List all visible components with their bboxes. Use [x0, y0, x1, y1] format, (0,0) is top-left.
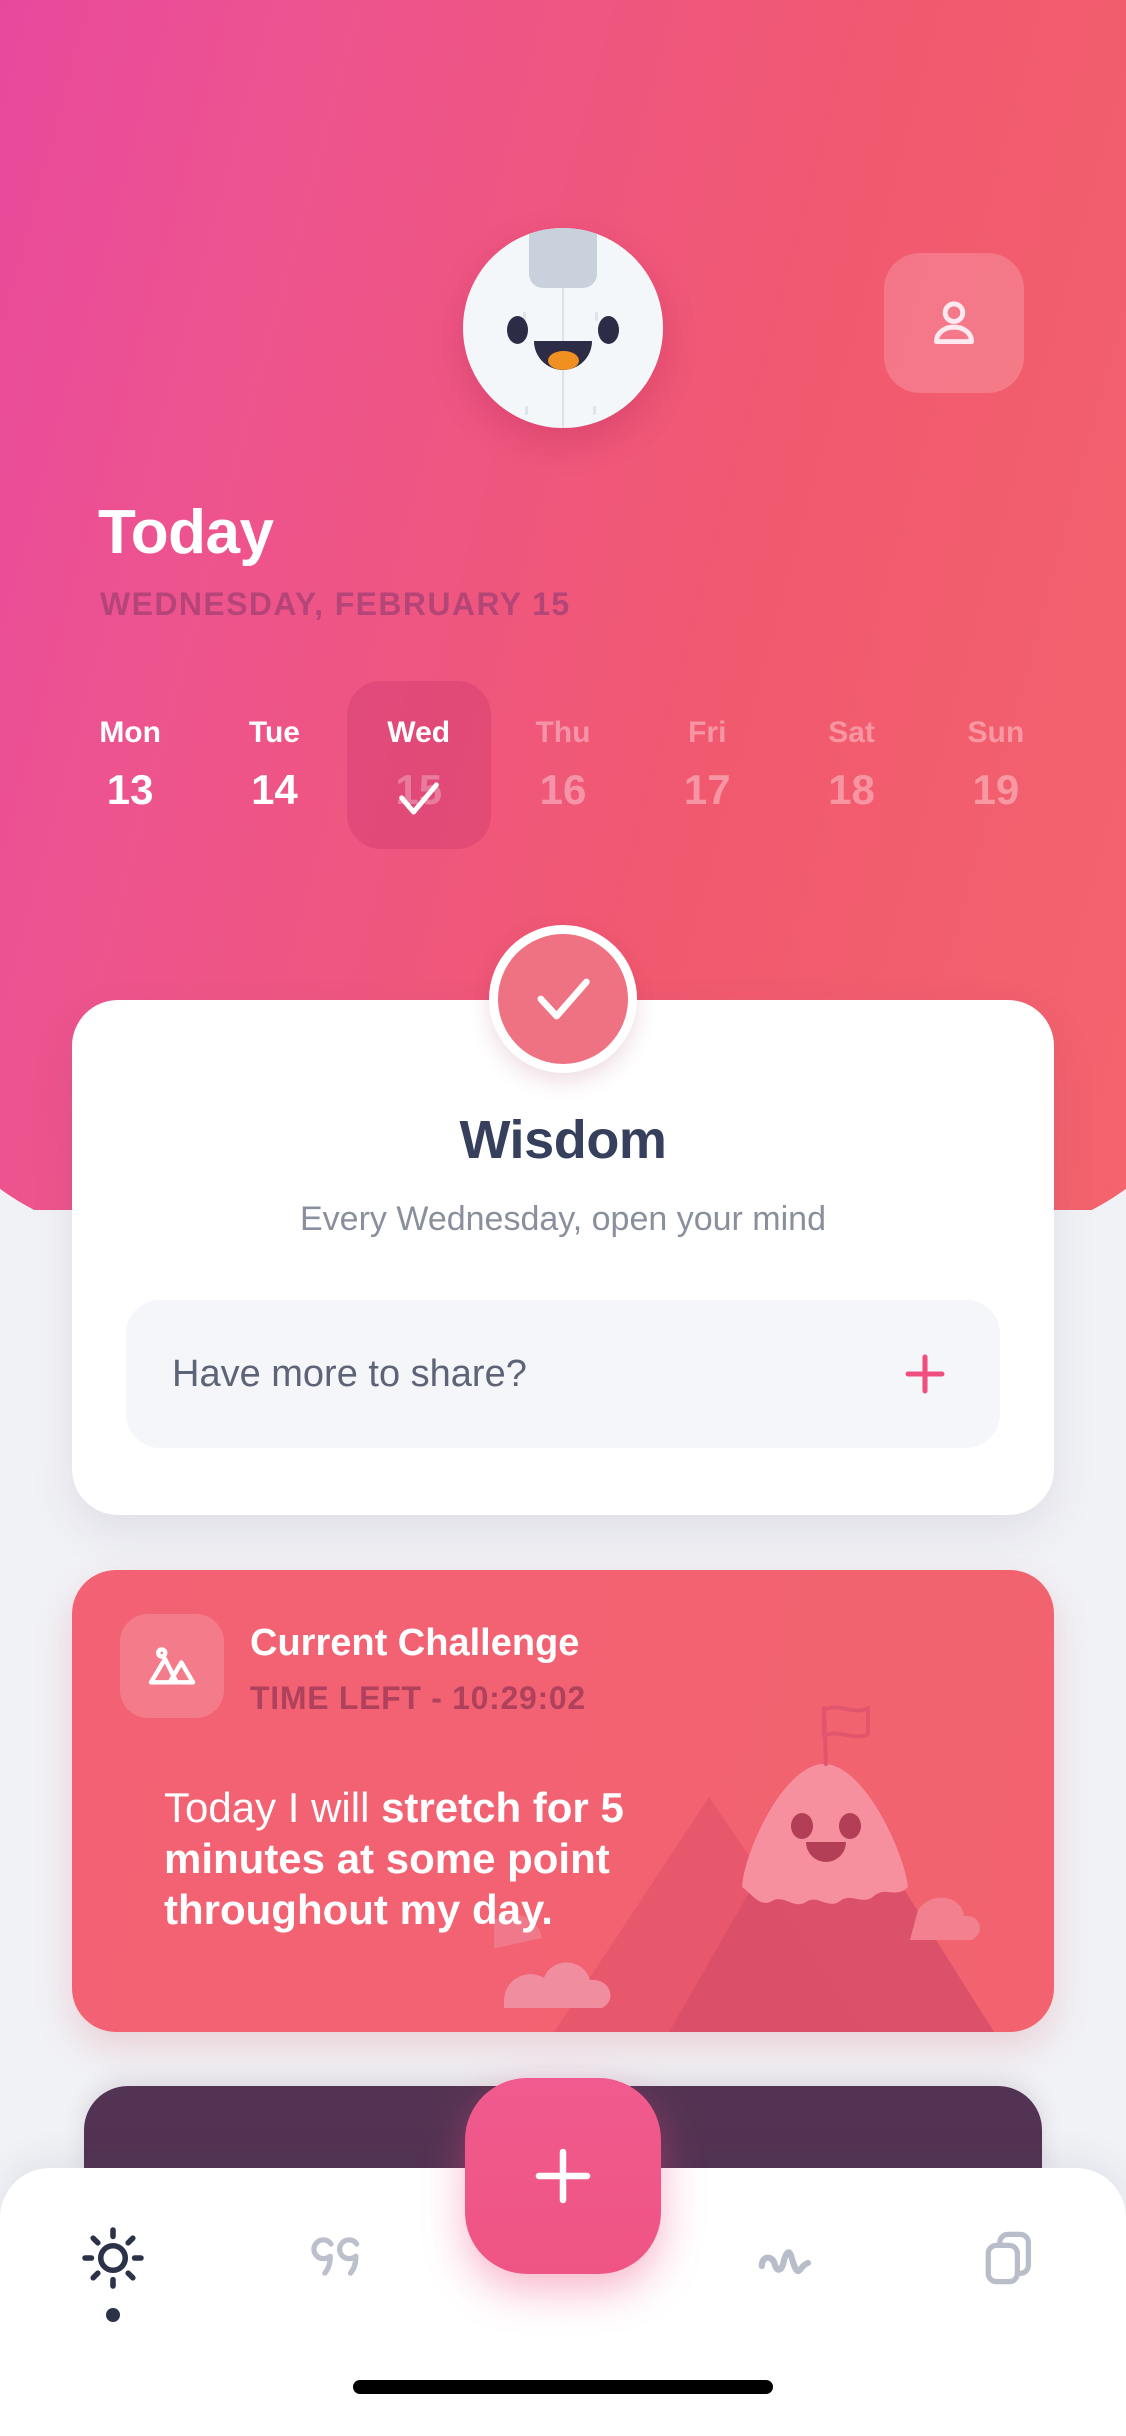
challenge-title: Current Challenge — [250, 1622, 580, 1664]
day-label: Sat — [828, 716, 875, 749]
day-label: Sun — [967, 716, 1025, 749]
day-cell-sun[interactable]: Sun 19 — [924, 681, 1068, 849]
challenge-time-left: TIME LEFT - 10:29:02 — [250, 1680, 586, 1716]
day-number: 18 — [828, 766, 875, 813]
day-number: 19 — [972, 766, 1020, 813]
day-label: Wed — [387, 716, 451, 749]
day-cell-fri[interactable]: Fri 17 — [635, 681, 779, 849]
challenge-text-prefix: Today I will — [164, 1784, 382, 1831]
mascot-eye-right — [598, 316, 619, 344]
page-subtitle-date: WEDNESDAY, FEBRUARY 15 — [100, 586, 571, 622]
plus-icon — [535, 2148, 591, 2204]
day-cell-mon[interactable]: Mon 13 — [58, 681, 202, 849]
day-number: 13 — [106, 766, 154, 813]
nav-item-activity[interactable] — [676, 2168, 901, 2348]
day-completed-check-icon — [398, 782, 439, 815]
day-number: 16 — [539, 766, 587, 813]
mountain-eye-right — [839, 1813, 861, 1839]
cloud-left — [504, 1962, 611, 2008]
day-label: Thu — [535, 716, 591, 749]
day-cell-wed-selected[interactable]: Wed 15 — [346, 681, 491, 849]
sun-icon — [81, 2227, 144, 2289]
wave-line-icon — [758, 2249, 812, 2275]
day-cell-tue[interactable]: Tue 14 — [202, 681, 346, 849]
challenge-statement: Today I will stretch for 5 minutes at so… — [164, 1782, 744, 1936]
day-number: 14 — [251, 766, 298, 813]
mountain-image-icon — [148, 1647, 196, 1685]
share-input[interactable]: Have more to share? — [126, 1300, 1000, 1448]
wisdom-card: Wisdom Every Wednesday, open your mind H… — [72, 1000, 1054, 1515]
mountain-eye-left — [791, 1813, 813, 1839]
day-cell-sat[interactable]: Sat 18 — [779, 681, 923, 849]
nav-item-cards[interactable] — [901, 2168, 1126, 2348]
mascot-eye-left — [507, 316, 528, 344]
mascot-seam-bottom-right — [593, 406, 596, 415]
mountain-snowcap — [742, 1764, 908, 1905]
mascot-seam-bottom-left — [525, 406, 528, 415]
share-input-placeholder: Have more to share? — [172, 1352, 527, 1395]
mountain-flag-banner — [822, 1705, 870, 1739]
nav-item-quotes[interactable] — [225, 2168, 450, 2348]
nav-active-indicator-dot — [105, 2308, 120, 2322]
week-day-selector: Mon 13 Tue 14 Wed 15 Thu 16 Fri 17 Sat 1… — [58, 681, 1068, 849]
quote-marks-icon — [311, 2237, 360, 2276]
wisdom-completed-badge[interactable] — [489, 925, 637, 1073]
challenge-icon-badge — [120, 1614, 224, 1718]
day-cell-thu[interactable]: Thu 16 — [491, 681, 635, 849]
nav-item-today[interactable] — [0, 2168, 225, 2348]
page-title: Today — [98, 498, 274, 567]
mascot-mouth — [534, 341, 592, 370]
wisdom-subtitle: Every Wednesday, open your mind — [299, 1200, 827, 1238]
home-indicator — [353, 2380, 773, 2394]
mascot-cap — [529, 228, 597, 288]
penguin-mascot-avatar[interactable] — [463, 228, 663, 428]
mascot-seam-right — [595, 312, 598, 321]
current-challenge-card[interactable]: Current Challenge TIME LEFT - 10:29:02 T… — [72, 1570, 1054, 2032]
profile-button[interactable] — [884, 253, 1024, 393]
mountain-side-snow — [910, 1897, 980, 1940]
app-root: Today WEDNESDAY, FEBRUARY 15 Mon 13 Tue … — [0, 0, 1126, 2436]
bottom-navigation-bar — [0, 2078, 1126, 2436]
day-label: Tue — [248, 716, 300, 749]
stacked-cards-icon — [986, 2231, 1032, 2285]
day-label: Mon — [99, 716, 161, 749]
check-circle-icon — [537, 978, 590, 1020]
day-number: 17 — [683, 766, 731, 813]
person-icon — [933, 301, 975, 345]
day-label: Fri — [688, 716, 727, 749]
wisdom-title: Wisdom — [459, 1110, 667, 1170]
add-entry-fab[interactable] — [465, 2078, 661, 2274]
plus-icon[interactable] — [896, 1345, 954, 1403]
mascot-tongue — [548, 351, 579, 370]
